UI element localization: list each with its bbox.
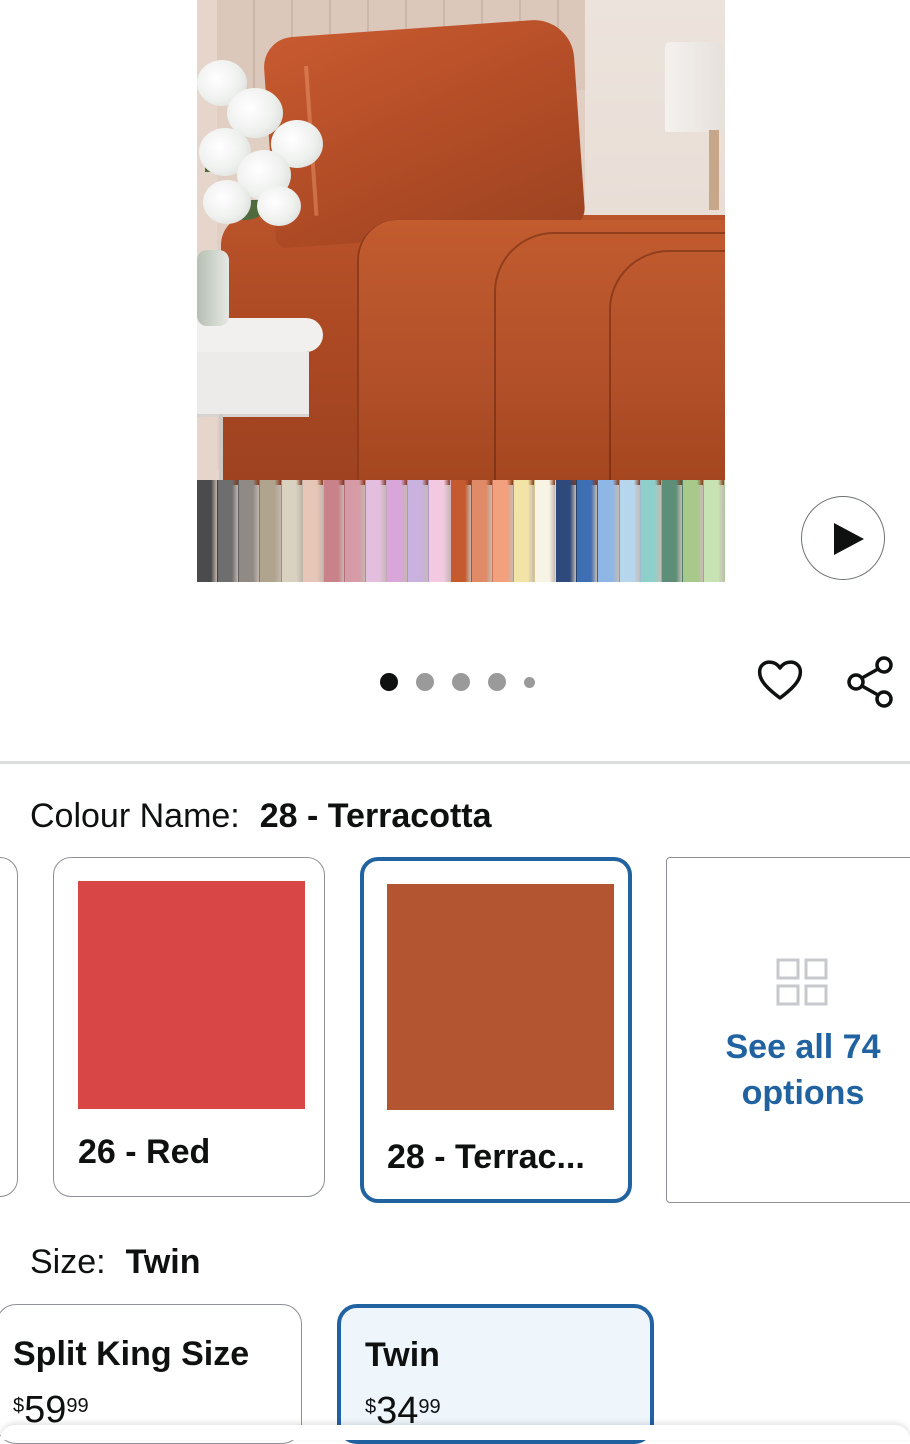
heart-icon: [757, 660, 803, 700]
colour-option-label: 28 - Terrac...: [387, 1138, 585, 1176]
vase: [197, 250, 229, 326]
pagination-dot[interactable]: [452, 673, 470, 691]
fabric-swatch: [661, 480, 683, 582]
pagination-dot[interactable]: [416, 673, 434, 691]
fabric-swatch: [344, 480, 366, 582]
size-option-name: Split King Size: [13, 1335, 250, 1373]
colour-option-label: 26 - Red: [78, 1133, 211, 1171]
fabric-swatch: [197, 480, 219, 582]
fabric-swatch: [302, 480, 324, 582]
share-button[interactable]: [846, 656, 894, 713]
lamp-base: [709, 130, 719, 210]
fabric-swatch: [239, 480, 261, 582]
colour-option-terracotta[interactable]: 28 - Terrac...: [360, 857, 632, 1203]
fabric-swatch: [218, 480, 240, 582]
fabric-swatch: [577, 480, 599, 582]
fabric-swatch: [281, 480, 303, 582]
lamp-shade: [665, 42, 723, 132]
pagination-dot[interactable]: [488, 673, 506, 691]
size-option-name: Twin: [365, 1336, 440, 1374]
fabric-swatch: [387, 480, 409, 582]
fabric-swatch: [450, 480, 472, 582]
size-value: Twin: [125, 1243, 201, 1281]
fabric-swatch: [429, 480, 451, 582]
price-fraction: 99: [418, 1396, 441, 1418]
fabric-swatch: [260, 480, 282, 582]
price-currency: $: [365, 1396, 377, 1418]
price-currency: $: [13, 1395, 25, 1417]
sheet-fold: [357, 220, 725, 494]
play-video-button[interactable]: [801, 496, 885, 580]
see-all-options-button[interactable]: See all 74 options: [666, 857, 910, 1203]
section-divider: [0, 761, 910, 764]
size-row: Size: Twin: [30, 1243, 201, 1282]
size-option-split-king[interactable]: Split King Size $5999: [0, 1304, 302, 1444]
fabric-swatch: [408, 480, 430, 582]
fabric-swatch: [366, 480, 388, 582]
see-all-line-1: See all 74: [725, 1028, 881, 1066]
side-table-leg: [219, 414, 223, 484]
size-option-twin[interactable]: Twin $3499: [337, 1304, 654, 1444]
image-pagination-dots: [380, 672, 553, 692]
wishlist-button[interactable]: [756, 656, 804, 709]
price-fraction: 99: [66, 1395, 89, 1417]
fabric-swatch: [471, 480, 493, 582]
flower: [203, 180, 251, 224]
see-all-options-label: See all 74 options: [667, 1024, 910, 1116]
colour-swatch: [387, 884, 614, 1110]
side-table-drawer: [197, 352, 309, 417]
colour-swatch: [78, 881, 305, 1109]
fabric-swatch: [535, 480, 557, 582]
fabric-swatch: [619, 480, 641, 582]
fabric-swatch: [492, 480, 514, 582]
colour-name-label: Colour Name:: [30, 797, 240, 835]
pagination-dot[interactable]: [524, 676, 535, 688]
colour-name-value: 28 - Terracotta: [259, 797, 492, 835]
play-icon: [834, 523, 864, 555]
fabric-swatch: [598, 480, 620, 582]
colour-name-row: Colour Name: 28 - Terracotta: [30, 797, 492, 836]
bottom-sheet[interactable]: [0, 1425, 910, 1440]
colour-swatch-strip: [197, 480, 725, 582]
fabric-swatch: [682, 480, 704, 582]
fabric-swatch: [323, 480, 345, 582]
product-image[interactable]: [197, 0, 725, 582]
fabric-swatch: [513, 480, 535, 582]
pagination-dot[interactable]: [380, 673, 398, 691]
colour-option-red[interactable]: 26 - Red: [53, 857, 325, 1197]
fabric-swatch: [704, 480, 725, 582]
fabric-swatch: [640, 480, 662, 582]
size-label: Size:: [30, 1243, 106, 1281]
flower: [257, 186, 301, 226]
see-all-line-2: options: [741, 1074, 865, 1112]
colour-option-partial[interactable]: [0, 857, 18, 1197]
share-icon: [847, 656, 893, 708]
fabric-swatch: [556, 480, 578, 582]
grid-icon: [776, 958, 828, 1006]
